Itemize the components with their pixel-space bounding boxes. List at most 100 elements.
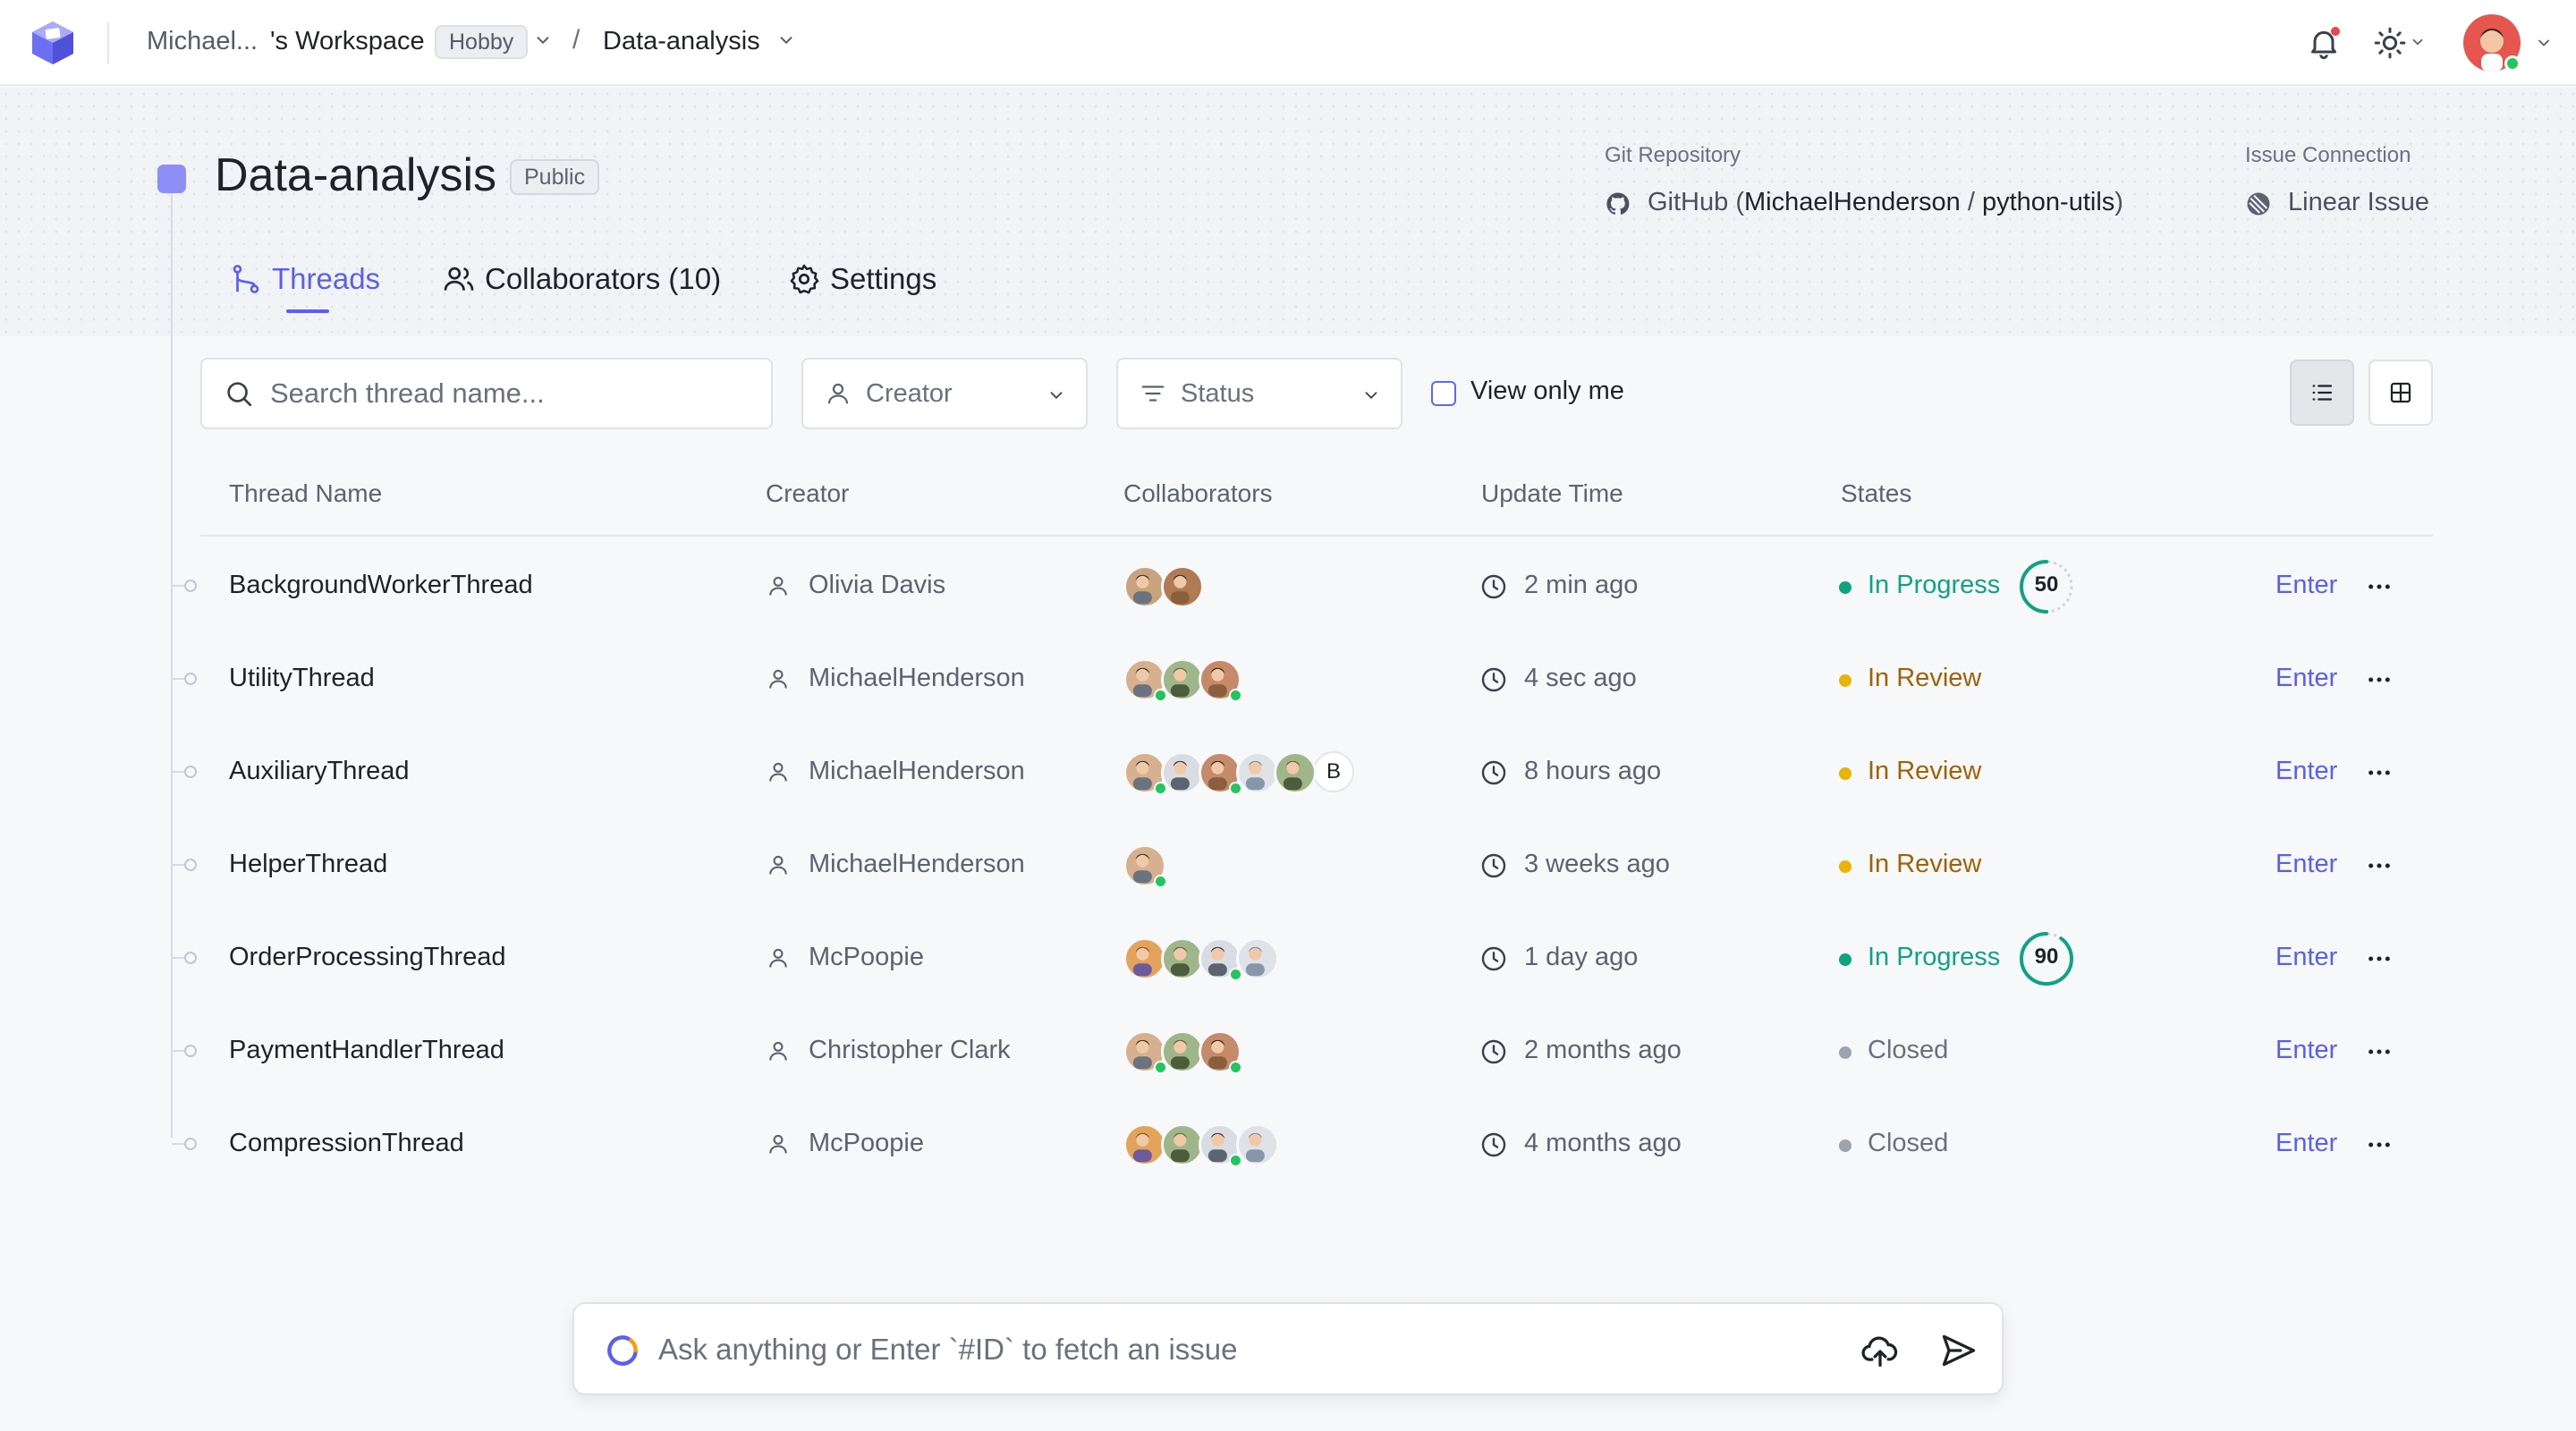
collaborator-avatar[interactable] (1199, 1030, 1242, 1074)
enter-thread-link[interactable]: Enter (2275, 757, 2337, 786)
thread-name[interactable]: BackgroundWorkerThread (229, 571, 533, 600)
collaborator-avatar[interactable] (1236, 937, 1279, 980)
table-row: OrderProcessingThread McPoopie 1 day ago In… (0, 912, 2576, 1005)
collaborator-avatar[interactable] (1161, 658, 1204, 701)
sun-icon[interactable] (2372, 25, 2408, 61)
enter-thread-link[interactable]: Enter (2275, 850, 2337, 879)
thread-name[interactable]: OrderProcessingThread (229, 943, 505, 972)
app-logo-icon[interactable] (27, 18, 79, 68)
collaborator-avatar[interactable] (1123, 751, 1167, 795)
thread-creator: MichaelHenderson (809, 850, 1025, 878)
workspace-owner[interactable]: Michael... (147, 27, 258, 56)
more-options-icon[interactable] (2365, 572, 2394, 601)
collaborator-avatar[interactable] (1274, 751, 1317, 794)
collaborator-avatar[interactable] (1123, 937, 1166, 980)
enter-thread-link[interactable]: Enter (2275, 664, 2337, 693)
tab-settings[interactable]: Settings (787, 259, 936, 299)
user-icon (766, 759, 791, 784)
view-only-me-label[interactable]: View only me (1470, 377, 1624, 406)
collaborator-avatar[interactable] (1199, 751, 1242, 795)
enter-thread-link[interactable]: Enter (2275, 1129, 2337, 1158)
project-header (0, 88, 2576, 336)
collaborator-avatar[interactable] (1236, 1123, 1279, 1166)
upload-cloud-icon[interactable] (1860, 1331, 1900, 1370)
collaborator-initial-avatar[interactable]: B (1313, 751, 1354, 792)
chevron-down-icon[interactable] (2535, 34, 2553, 52)
grid-view-button[interactable] (2368, 360, 2433, 426)
more-options-icon[interactable] (2365, 665, 2394, 694)
more-options-icon[interactable] (2365, 758, 2394, 787)
status-filter[interactable]: Status (1116, 358, 1402, 429)
enter-thread-link[interactable]: Enter (2275, 1036, 2337, 1065)
project-icon (157, 165, 186, 193)
send-icon[interactable] (1939, 1331, 1979, 1370)
chevron-down-icon[interactable] (776, 30, 796, 50)
table-row: AuxiliaryThread MichaelHenderson B 8 hours … (0, 726, 2576, 819)
thread-creator: Christopher Clark (809, 1036, 1011, 1064)
more-options-icon[interactable] (2365, 1037, 2394, 1066)
collaborator-avatars: B (1123, 751, 1354, 795)
list-view-button[interactable] (2290, 360, 2354, 426)
tree-connector (172, 1050, 184, 1052)
column-header-states: States (1841, 479, 1912, 507)
workspace-name[interactable]: 's Workspace (270, 27, 425, 56)
update-time: 2 months ago (1524, 1036, 1682, 1064)
avatar-image (1236, 1123, 1279, 1166)
collaborator-avatar[interactable] (1199, 937, 1242, 981)
creator-filter-label: Creator (866, 378, 953, 408)
thread-name[interactable]: UtilityThread (229, 664, 375, 693)
collaborator-avatar[interactable] (1199, 658, 1242, 702)
thread-creator: McPoopie (809, 1129, 924, 1157)
prompt-input[interactable] (658, 1329, 1821, 1370)
status-badge: In Review (1868, 850, 1982, 878)
top-bar: Michael... 's Workspace Hobby / Data-ana… (0, 0, 2576, 86)
collaborator-avatar[interactable] (1161, 937, 1204, 980)
collaborator-avatar[interactable] (1123, 658, 1167, 702)
enter-thread-link[interactable]: Enter (2275, 571, 2337, 600)
update-time: 3 weeks ago (1524, 850, 1670, 878)
search-box (200, 358, 773, 429)
collaborator-avatar[interactable] (1161, 1123, 1204, 1166)
more-options-icon[interactable] (2365, 851, 2394, 880)
status-badge: In Progress (1868, 943, 2001, 971)
creator-filter[interactable]: Creator (801, 358, 1088, 429)
collaborator-avatar[interactable] (1161, 1030, 1204, 1073)
collaborator-avatar[interactable] (1199, 1123, 1242, 1167)
grid-icon (2390, 382, 2411, 403)
collaborator-avatar[interactable] (1123, 1030, 1167, 1074)
issue-connection-link[interactable]: Linear Issue (2288, 188, 2429, 217)
collaborator-avatars (1123, 565, 1204, 608)
tab-threads[interactable]: Threads (229, 259, 380, 299)
thread-name[interactable]: CompressionThread (229, 1129, 464, 1158)
avatar-image (1123, 937, 1166, 980)
thread-creator: Olivia Davis (809, 571, 946, 599)
clock-icon (1479, 851, 1508, 880)
avatar-image (1236, 937, 1279, 980)
collaborator-avatar[interactable] (1123, 1123, 1166, 1166)
collaborator-avatar[interactable] (1161, 751, 1204, 794)
collaborator-avatar[interactable] (1161, 565, 1204, 608)
view-only-me-checkbox[interactable] (1431, 381, 1456, 406)
tab-collaborators[interactable]: Collaborators (10) (442, 259, 721, 299)
thread-name[interactable]: HelperThread (229, 850, 387, 879)
thread-name[interactable]: AuxiliaryThread (229, 757, 409, 786)
chevron-down-icon[interactable] (533, 30, 553, 50)
tree-node (184, 1045, 197, 1057)
tree-connector (172, 585, 184, 587)
thread-name[interactable]: PaymentHandlerThread (229, 1036, 504, 1065)
collaborator-avatar[interactable] (1123, 844, 1167, 888)
avatar-image (1123, 565, 1166, 608)
more-options-icon[interactable] (2365, 944, 2394, 973)
search-input[interactable] (270, 377, 735, 410)
clock-icon (1479, 944, 1508, 973)
chevron-down-icon[interactable] (2410, 34, 2426, 50)
progress-value: 50 (2034, 572, 2059, 597)
clock-icon (1479, 1037, 1508, 1066)
git-repository-link[interactable]: GitHub (MichaelHenderson / python-utils) (1648, 188, 2123, 217)
git-repository-label: Git Repository (1605, 143, 1741, 167)
collaborator-avatar[interactable] (1123, 565, 1166, 608)
enter-thread-link[interactable]: Enter (2275, 943, 2337, 972)
more-options-icon[interactable] (2365, 1130, 2394, 1159)
breadcrumb-project[interactable]: Data-analysis (603, 27, 760, 56)
collaborator-avatar[interactable] (1236, 751, 1279, 794)
